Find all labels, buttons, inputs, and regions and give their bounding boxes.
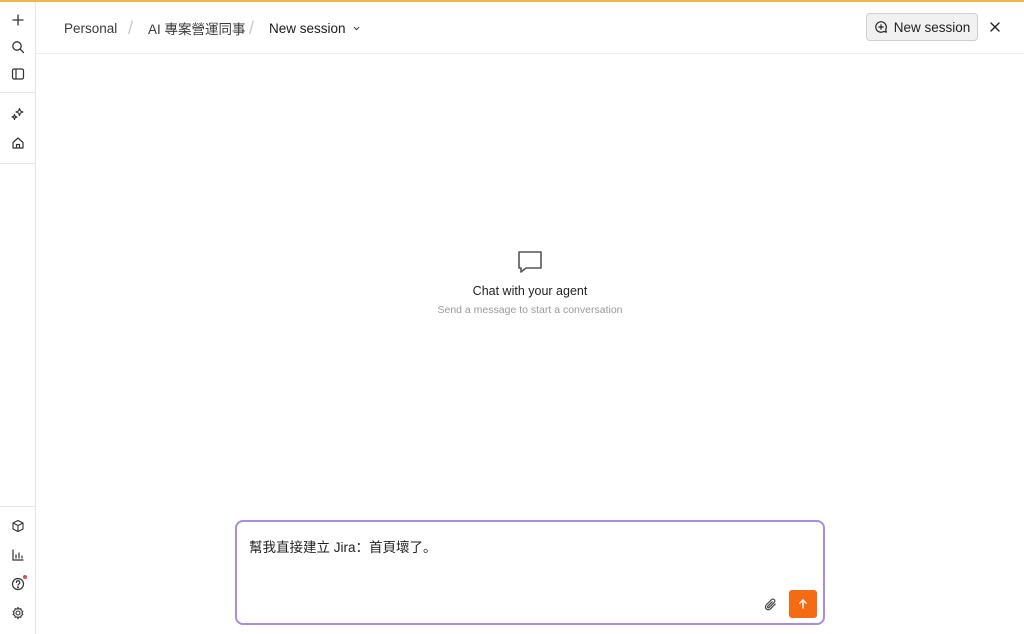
new-session-button[interactable]: New session [866,13,978,41]
message-input[interactable]: 幫我直接建立 Jira：首頁壞了。 [249,536,809,556]
send-button[interactable] [789,590,817,618]
breadcrumb-separator: / [249,17,255,38]
search-icon[interactable] [7,36,29,58]
package-icon[interactable] [7,515,29,537]
help-icon[interactable] [7,573,29,595]
arrow-up-icon [799,599,807,609]
sparkles-icon[interactable] [7,103,29,125]
empty-state-subtitle: Send a message to start a conversation [437,304,623,316]
message-composer[interactable]: 幫我直接建立 Jira：首頁壞了。 [235,520,825,625]
paperclip-icon [764,598,776,610]
sidebar-toggle-icon[interactable] [7,63,29,85]
rail-divider [0,163,36,164]
settings-icon[interactable] [7,602,29,624]
notification-dot [23,575,27,579]
plus-icon[interactable] [7,9,29,31]
close-button[interactable] [984,16,1006,38]
home-icon[interactable] [7,132,29,154]
left-icon-rail [0,2,36,634]
session-dropdown-label: New session [269,20,346,36]
chevron-down-icon [353,26,359,30]
rail-divider [0,506,36,507]
empty-state: Chat with your agent Send a message to s… [330,248,730,316]
attach-button[interactable] [760,594,780,614]
top-header: Personal / AI 專案營運同事 / New session New s… [36,2,1024,54]
session-dropdown[interactable]: New session [269,2,361,54]
chart-icon[interactable] [7,544,29,566]
empty-state-title: Chat with your agent [472,284,588,298]
breadcrumb-personal[interactable]: Personal [64,2,117,54]
breadcrumb-separator: / [128,17,134,38]
chat-plus-icon [874,21,887,33]
chat-bubble-icon [518,251,542,273]
breadcrumb-project[interactable]: AI 專案營運同事 [148,2,246,54]
rail-divider [0,92,36,93]
close-icon [990,22,1000,32]
new-session-label: New session [893,19,971,35]
